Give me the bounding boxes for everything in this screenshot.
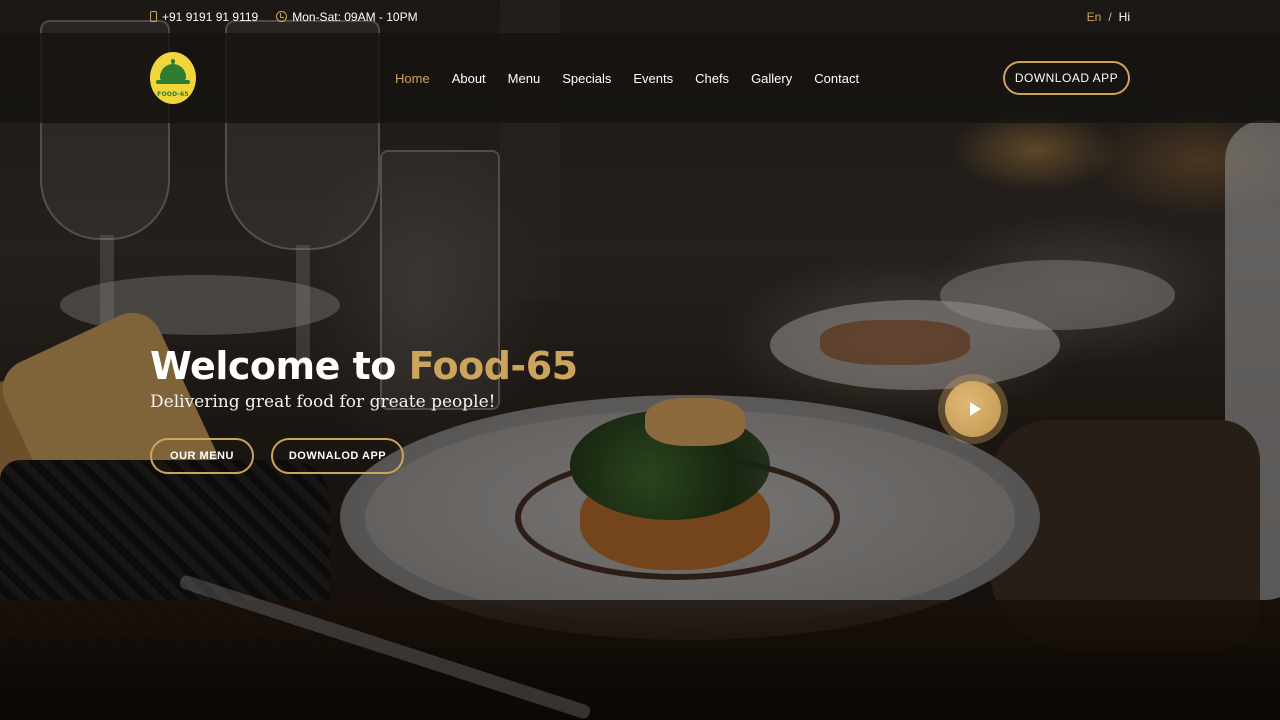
hero-content: Welcome to Food-65 Delivering great food… <box>150 340 578 474</box>
logo-text: FOOD-65 <box>157 91 189 98</box>
language-switcher: En / Hi <box>1087 10 1130 24</box>
hero-title: Welcome to Food-65 <box>150 340 578 392</box>
cloche-icon <box>160 59 186 80</box>
nav-home[interactable]: Home <box>395 71 430 86</box>
hero-buttons: OUR MENU DOWNALOD APP <box>150 438 578 474</box>
play-video-button[interactable] <box>938 374 1008 444</box>
nav-menu[interactable]: Menu <box>508 71 541 86</box>
hero-subtitle: Delivering great food for greate people! <box>150 392 496 412</box>
hero-title-brand: Food-65 <box>408 344 578 388</box>
nav-contact[interactable]: Contact <box>814 71 859 86</box>
phone-info[interactable]: +91 9191 91 9119 <box>150 10 258 24</box>
top-info-bar: +91 9191 91 9119 Mon-Sat: 09AM - 10PM En… <box>0 0 1280 33</box>
nav-chefs[interactable]: Chefs <box>695 71 729 86</box>
nav-gallery[interactable]: Gallery <box>751 71 792 86</box>
logo-plate <box>156 80 190 84</box>
nav-events[interactable]: Events <box>633 71 673 86</box>
language-hi-link[interactable]: Hi <box>1119 10 1130 24</box>
play-icon <box>969 402 981 416</box>
language-en-link[interactable]: En <box>1087 10 1102 24</box>
our-menu-button[interactable]: OUR MENU <box>150 438 254 474</box>
opening-hours: Mon-Sat: 09AM - 10PM <box>276 9 418 24</box>
clock-icon <box>276 11 288 22</box>
nav-specials[interactable]: Specials <box>562 71 611 86</box>
download-app-hero-button[interactable]: DOWNALOD APP <box>271 438 404 474</box>
main-nav: Home About Menu Specials Events Chefs Ga… <box>395 71 859 86</box>
nav-about[interactable]: About <box>452 71 486 86</box>
play-button-circle <box>945 381 1001 437</box>
phone-icon <box>150 11 157 22</box>
language-separator: / <box>1108 9 1112 24</box>
site-logo[interactable]: FOOD-65 <box>150 52 196 104</box>
hero-title-prefix: Welcome to <box>150 344 409 388</box>
opening-hours-text: Mon-Sat: 09AM - 10PM <box>292 9 418 24</box>
download-app-button[interactable]: DOWNLOAD APP <box>1003 61 1130 95</box>
main-header: FOOD-65 Home About Menu Specials Events … <box>0 33 1280 123</box>
contact-info: +91 9191 91 9119 Mon-Sat: 09AM - 10PM <box>150 10 418 24</box>
phone-number: +91 9191 91 9119 <box>162 9 259 24</box>
